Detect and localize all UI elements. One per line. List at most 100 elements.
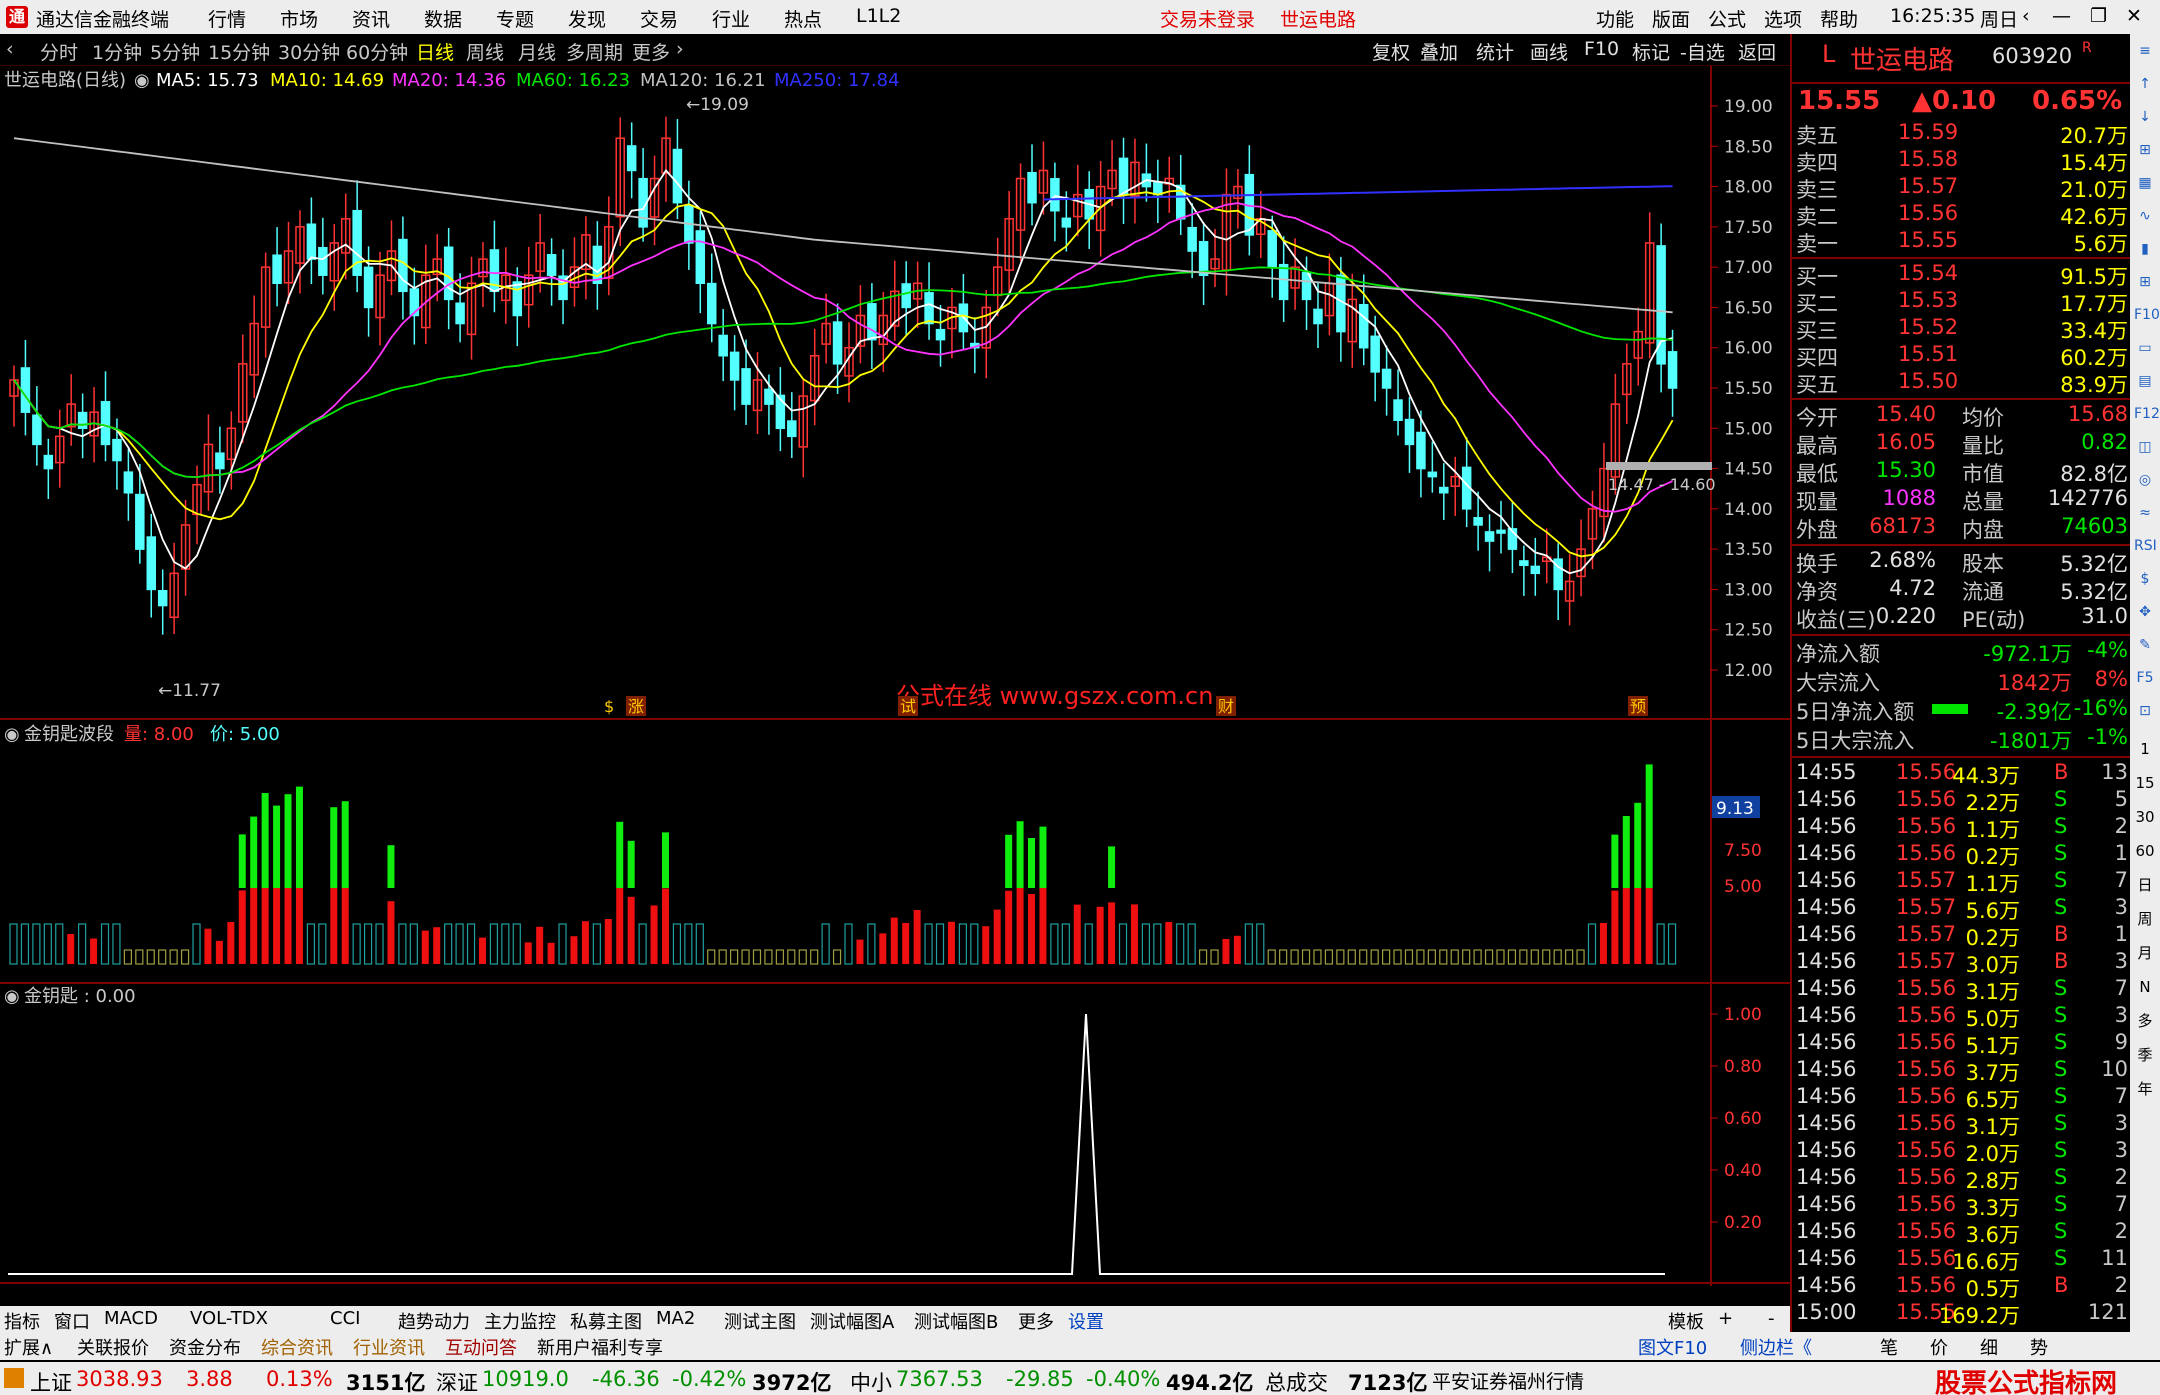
chart-tool-4[interactable]: F10 xyxy=(1584,38,1619,60)
menu-topic[interactable]: 专题 xyxy=(496,5,534,32)
indicator-tab-12[interactable]: 更多 xyxy=(1018,1308,1054,1334)
ext-right-2[interactable]: 笔 xyxy=(1880,1334,1898,1360)
chart-tool-3[interactable]: 画线 xyxy=(1530,38,1568,65)
period-tab-9[interactable]: 多周期 xyxy=(566,38,623,65)
chart-tool-5[interactable]: 标记 xyxy=(1632,38,1670,65)
ext-tab-1[interactable]: 关联报价 xyxy=(77,1334,149,1360)
side-tool-icon-22[interactable]: 15 xyxy=(2134,772,2156,794)
period-tab-8[interactable]: 月线 xyxy=(518,38,556,65)
side-tool-icon-3[interactable]: ⊞ xyxy=(2134,139,2156,161)
side-tool-icon-4[interactable]: ▦ xyxy=(2134,172,2156,194)
indicator-tab-9[interactable]: 测试主图 xyxy=(724,1308,796,1334)
chart-tool-1[interactable]: 叠加 xyxy=(1420,38,1458,65)
period-tab-4[interactable]: 30分钟 xyxy=(278,38,340,65)
ext-tab-3[interactable]: 综合资讯 xyxy=(261,1334,333,1360)
side-tool-icon-24[interactable]: 60 xyxy=(2134,840,2156,862)
ext-right-4[interactable]: 细 xyxy=(1980,1334,1998,1360)
menu-formula[interactable]: 公式 xyxy=(1708,5,1746,32)
side-tool-icon-11[interactable]: F12 xyxy=(2134,403,2160,425)
side-tool-icon-29[interactable]: 多 xyxy=(2134,1010,2156,1032)
menu-industry[interactable]: 行业 xyxy=(712,5,750,32)
menu-help[interactable]: 帮助 xyxy=(1820,5,1858,32)
ext-tab-4[interactable]: 行业资讯 xyxy=(353,1334,425,1360)
side-tool-icon-1[interactable]: ↑ xyxy=(2134,73,2156,95)
menu-hot[interactable]: 热点 xyxy=(784,5,822,32)
side-tool-icon-6[interactable]: ▮ xyxy=(2134,238,2156,260)
side-tool-icon-9[interactable]: ▭ xyxy=(2134,337,2156,359)
indicator-tab-8[interactable]: MA2 xyxy=(656,1308,695,1329)
index-name[interactable]: 上证 xyxy=(30,1367,72,1395)
menu-trade[interactable]: 交易 xyxy=(640,5,678,32)
tab-right-0[interactable]: 模板 xyxy=(1668,1308,1704,1334)
side-tool-icon-30[interactable]: 季 xyxy=(2134,1044,2156,1066)
indicator-tab-1[interactable]: 窗口 xyxy=(54,1308,90,1334)
side-tool-icon-12[interactable]: ◫ xyxy=(2134,436,2156,458)
menu-l1l2[interactable]: L1L2 xyxy=(856,5,901,27)
ext-right-3[interactable]: 价 xyxy=(1930,1334,1948,1360)
indicator-tab-0[interactable]: 指标 xyxy=(4,1308,40,1334)
side-tool-icon-15[interactable]: RSI xyxy=(2134,535,2157,557)
menu-layout[interactable]: 版面 xyxy=(1652,5,1690,32)
side-tool-icon-8[interactable]: F10 xyxy=(2134,304,2160,326)
ext-right-1[interactable]: 侧边栏《 xyxy=(1740,1334,1812,1360)
period-tab-0[interactable]: 分时 xyxy=(40,38,78,65)
chart-tool-2[interactable]: 统计 xyxy=(1476,38,1514,65)
side-tool-icon-10[interactable]: ▤ xyxy=(2134,370,2156,392)
side-tool-icon-21[interactable]: 1 xyxy=(2134,738,2156,760)
event-marker[interactable]: 预 xyxy=(1630,697,1646,716)
period-tab-5[interactable]: 60分钟 xyxy=(346,38,408,65)
collapse-icon[interactable]: ‹ xyxy=(6,38,14,60)
chart-tool-7[interactable]: 返回 xyxy=(1738,38,1776,65)
side-tool-icon-16[interactable]: $ xyxy=(2134,568,2156,590)
ext-tab-0[interactable]: 扩展∧ xyxy=(4,1334,53,1360)
index-name[interactable]: 深证 xyxy=(436,1367,478,1395)
side-tool-icon-28[interactable]: N xyxy=(2134,976,2156,998)
side-tool-icon-7[interactable]: ⊞ xyxy=(2134,271,2156,293)
side-tool-icon-14[interactable]: ≈ xyxy=(2134,502,2156,524)
side-tool-icon-5[interactable]: ∿ xyxy=(2134,205,2156,227)
side-tool-icon-27[interactable]: 月 xyxy=(2134,942,2156,964)
indicator-tab-4[interactable]: CCI xyxy=(330,1308,360,1329)
chart-tool-6[interactable]: -自选 xyxy=(1680,38,1725,65)
period-tab-1[interactable]: 1分钟 xyxy=(92,38,142,65)
event-marker[interactable]: 试 xyxy=(900,697,916,716)
menu-quotes[interactable]: 行情 xyxy=(208,5,246,32)
event-marker[interactable]: $ xyxy=(604,697,614,716)
back-icon[interactable]: ‹ xyxy=(2022,5,2030,27)
side-tool-icon-2[interactable]: ↓ xyxy=(2134,106,2156,128)
restore-icon[interactable]: ❐ xyxy=(2090,5,2107,27)
ext-right-5[interactable]: 势 xyxy=(2030,1334,2048,1360)
close-icon[interactable]: ✕ xyxy=(2126,5,2142,27)
indicator-tab-6[interactable]: 主力监控 xyxy=(484,1308,556,1334)
index-name[interactable]: 中小 xyxy=(850,1367,892,1395)
side-tool-icon-18[interactable]: ✎ xyxy=(2134,634,2156,656)
menu-function[interactable]: 功能 xyxy=(1596,5,1634,32)
indicator-tab-3[interactable]: VOL-TDX xyxy=(190,1308,268,1329)
menu-data[interactable]: 数据 xyxy=(424,5,462,32)
indicator-tab-10[interactable]: 测试幅图A xyxy=(810,1308,894,1334)
indicator-tab-13[interactable]: 设置 xyxy=(1068,1308,1104,1334)
side-tool-icon-17[interactable]: ✥ xyxy=(2134,601,2156,623)
ext-tab-6[interactable]: 新用户福利专享 xyxy=(537,1334,663,1360)
ext-right-0[interactable]: 图文F10 xyxy=(1638,1334,1707,1360)
side-tool-icon-19[interactable]: F5 xyxy=(2134,667,2156,689)
side-tool-icon-23[interactable]: 30 xyxy=(2134,806,2156,828)
event-marker[interactable]: 财 xyxy=(1218,697,1234,716)
tab-right-2[interactable]: - xyxy=(1768,1308,1775,1329)
side-tool-icon-20[interactable]: ⊡ xyxy=(2134,700,2156,722)
side-tool-icon-31[interactable]: 年 xyxy=(2134,1078,2156,1100)
menu-discover[interactable]: 发现 xyxy=(568,5,606,32)
tab-right-1[interactable]: + xyxy=(1718,1308,1733,1329)
indicator-tab-5[interactable]: 趋势动力 xyxy=(398,1308,470,1334)
indicator-tab-7[interactable]: 私募主图 xyxy=(570,1308,642,1334)
chart-tool-0[interactable]: 复权 xyxy=(1372,38,1410,65)
side-tool-icon-13[interactable]: ◎ xyxy=(2134,469,2156,491)
period-tab-6[interactable]: 日线 xyxy=(416,38,454,65)
side-tool-icon-0[interactable]: ≡ xyxy=(2134,40,2156,62)
period-tab-7[interactable]: 周线 xyxy=(466,38,504,65)
kline-chart-area[interactable]: 19.00 18.50 18.00 17.50 17.00 16.50 16.00 15.50… xyxy=(0,66,1790,1309)
side-tool-icon-25[interactable]: 日 xyxy=(2134,874,2156,896)
minimize-icon[interactable]: — xyxy=(2052,5,2071,27)
event-marker[interactable]: 涨 xyxy=(628,697,644,716)
period-tab-3[interactable]: 15分钟 xyxy=(208,38,270,65)
